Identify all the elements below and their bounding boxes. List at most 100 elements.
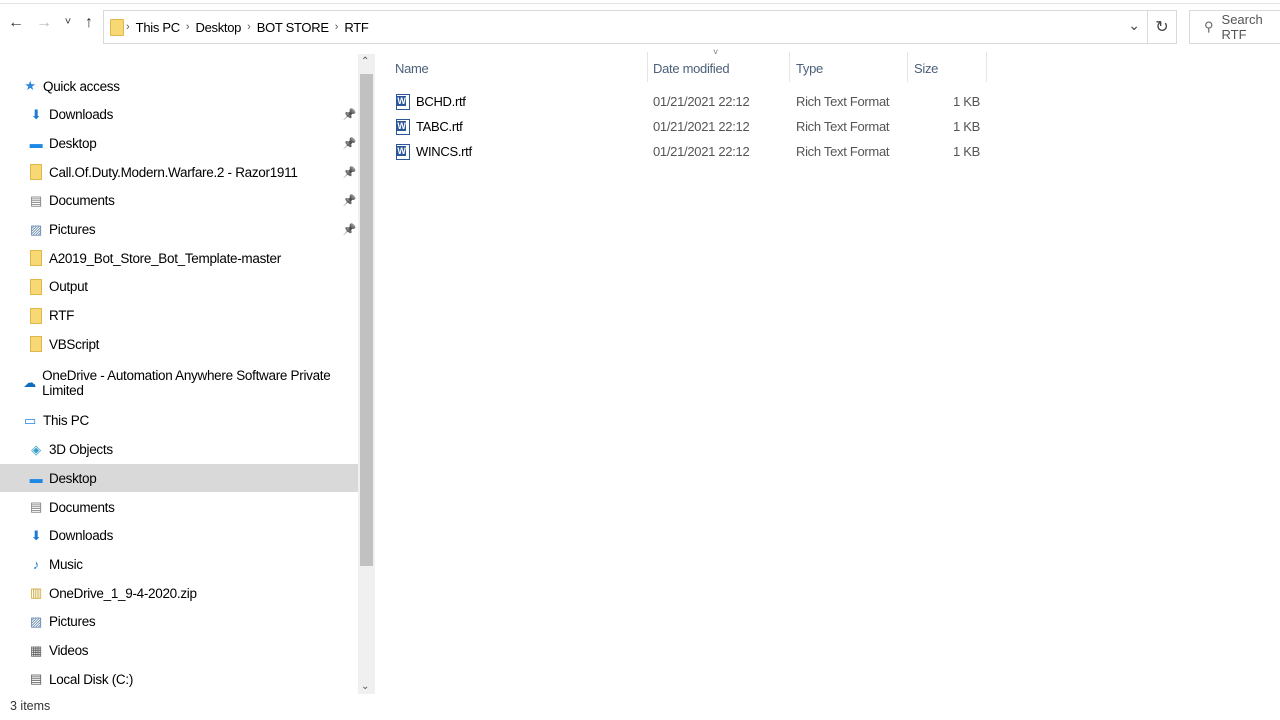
star-icon: ★ <box>24 78 36 93</box>
nav-item-rtf[interactable]: RTF <box>0 302 358 330</box>
nav-item-local-disk-c-[interactable]: ▤ Local Disk (C:) <box>0 665 358 693</box>
pictures-icon: ▨ <box>30 221 42 237</box>
nav-item-onedrive-1-9-4-2020-zip[interactable]: ▥ OneDrive_1_9-4-2020.zip <box>0 579 358 607</box>
refresh-button[interactable]: ↻ <box>1147 11 1176 43</box>
nav-scrollbar[interactable]: ⌃ ⌄ <box>358 54 375 694</box>
folder-icon <box>110 18 124 36</box>
chevron-right-icon: › <box>334 21 339 33</box>
nav-item-onedrive-automation-anywhere-software-private-limited[interactable]: ☁ OneDrive - Automation Anywhere Software… <box>0 368 358 398</box>
file-row[interactable]: TABC.rtf 01/21/2021 22:12 Rich Text Form… <box>390 115 990 139</box>
file-date: 01/21/2021 22:12 <box>653 144 750 159</box>
pin-icon[interactable]: 📌 <box>343 108 357 121</box>
file-row[interactable]: BCHD.rtf 01/21/2021 22:12 Rich Text Form… <box>390 90 990 114</box>
up-button[interactable]: ↑ <box>79 14 99 32</box>
column-header-size[interactable]: Size <box>914 55 938 82</box>
nav-item-desktop[interactable]: ▬ Desktop 📌 <box>0 129 358 157</box>
pictures-icon: ▨ <box>30 613 42 629</box>
file-size: 1 KB <box>953 119 980 134</box>
zip-icon: ▥ <box>30 585 42 601</box>
desktop-icon: ▬ <box>29 470 43 486</box>
nav-item-quick-access[interactable]: ★ Quick access <box>0 72 358 100</box>
nav-item-documents[interactable]: ▤ Documents <box>0 493 358 521</box>
column-divider[interactable] <box>907 52 908 82</box>
column-header-name[interactable]: Name <box>395 55 429 82</box>
breadcrumb-bot-store[interactable]: BOT STORE <box>257 20 329 35</box>
nav-item-label: Music <box>49 556 83 572</box>
nav-item-output[interactable]: Output <box>0 273 358 301</box>
file-date: 01/21/2021 22:12 <box>653 119 750 134</box>
documents-icon: ▤ <box>30 499 42 514</box>
folder-icon <box>28 307 44 324</box>
nav-item-call-of-duty-modern-warfare-2-razor1911[interactable]: Call.Of.Duty.Modern.Warfare.2 - Razor191… <box>0 158 358 186</box>
nav-item-videos[interactable]: ▦ Videos <box>0 637 358 665</box>
file-type: Rich Text Format <box>796 119 890 134</box>
breadcrumb-rtf[interactable]: RTF <box>344 20 368 35</box>
rtf-file-icon <box>396 118 410 135</box>
nav-item-label: Downloads <box>49 528 114 544</box>
nav-item-label: Desktop <box>49 470 97 486</box>
file-type: Rich Text Format <box>796 94 890 109</box>
videos-icon: ▦ <box>30 642 42 658</box>
breadcrumb-this-pc[interactable]: This PC <box>136 20 180 35</box>
nav-item-a2019-bot-store-bot-template-master[interactable]: A2019_Bot_Store_Bot_Template-master <box>0 244 358 272</box>
nav-item-label: A2019_Bot_Store_Bot_Template-master <box>49 250 281 266</box>
nav-item-label: 3D Objects <box>49 442 113 458</box>
chevron-right-icon: › <box>185 21 190 33</box>
download-icon: ⬇ <box>30 106 42 122</box>
computer-icon: ▭ <box>24 412 36 428</box>
file-name: WINCS.rtf <box>416 144 472 159</box>
nav-item-desktop[interactable]: ▬ Desktop <box>0 464 358 493</box>
file-row[interactable]: WINCS.rtf 01/21/2021 22:12 Rich Text For… <box>390 140 990 164</box>
nav-item-label: Call.Of.Duty.Modern.Warfare.2 - Razor191… <box>49 164 298 180</box>
nav-item-this-pc[interactable]: ▭ This PC <box>0 407 358 435</box>
download-icon: ⬇ <box>30 527 42 543</box>
pin-icon[interactable]: 📌 <box>343 223 357 236</box>
pin-icon[interactable]: 📌 <box>343 194 357 207</box>
nav-item-label: Videos <box>49 643 89 658</box>
pin-icon[interactable]: 📌 <box>343 166 357 179</box>
folder-icon <box>28 278 44 295</box>
status-item-count: 3 items <box>10 699 51 713</box>
file-name: BCHD.rtf <box>416 94 466 109</box>
recent-locations-button[interactable]: ˅ <box>58 16 78 28</box>
nav-item-label: Desktop <box>49 135 97 151</box>
nav-item-pictures[interactable]: ▨ Pictures 📌 <box>0 216 358 244</box>
scroll-up-arrow[interactable]: ⌃ <box>361 56 369 67</box>
pin-icon[interactable]: 📌 <box>343 137 357 150</box>
address-dropdown-button[interactable]: ⌄ <box>1128 17 1140 34</box>
nav-item-vbscript[interactable]: VBScript <box>0 330 358 358</box>
forward-button[interactable]: → <box>34 14 54 32</box>
rtf-file-icon <box>396 143 410 160</box>
cloud-icon: ☁ <box>23 374 36 390</box>
nav-item-music[interactable]: ♪ Music <box>0 550 358 578</box>
file-name: TABC.rtf <box>416 119 463 134</box>
scroll-down-arrow[interactable]: ⌄ <box>361 681 369 692</box>
column-divider[interactable] <box>647 52 648 82</box>
search-input[interactable]: ⚲ Search RTF <box>1189 10 1280 44</box>
music-icon: ♪ <box>32 556 40 572</box>
nav-item-documents[interactable]: ▤ Documents 📌 <box>0 187 358 215</box>
drive-icon: ▤ <box>30 671 42 687</box>
search-placeholder: Search RTF <box>1221 12 1263 42</box>
cube-icon: ◈ <box>31 441 41 457</box>
column-divider[interactable] <box>789 52 790 82</box>
nav-item-label: Quick access <box>43 78 120 94</box>
scroll-thumb[interactable] <box>360 74 373 566</box>
nav-item-pictures[interactable]: ▨ Pictures <box>0 608 358 636</box>
nav-item-downloads[interactable]: ⬇ Downloads 📌 <box>0 101 358 129</box>
nav-item-3d-objects[interactable]: ◈ 3D Objects <box>0 436 358 464</box>
column-header-type[interactable]: Type <box>796 55 823 82</box>
breadcrumb-desktop[interactable]: Desktop <box>195 20 241 35</box>
nav-item-label: Documents <box>49 499 115 515</box>
column-divider[interactable] <box>986 52 987 82</box>
nav-item-label: Downloads <box>49 107 114 123</box>
column-header-date[interactable]: Date modified <box>653 55 730 82</box>
back-button[interactable]: ← <box>6 14 26 32</box>
nav-item-label: VBScript <box>49 336 100 352</box>
address-bar[interactable]: › This PC › Desktop › BOT STORE › RTF ⌄ … <box>103 10 1177 44</box>
nav-item-downloads[interactable]: ⬇ Downloads <box>0 522 358 550</box>
file-date: 01/21/2021 22:12 <box>653 94 750 109</box>
file-size: 1 KB <box>953 94 980 109</box>
folder-icon <box>28 250 44 267</box>
rtf-file-icon <box>396 93 410 110</box>
